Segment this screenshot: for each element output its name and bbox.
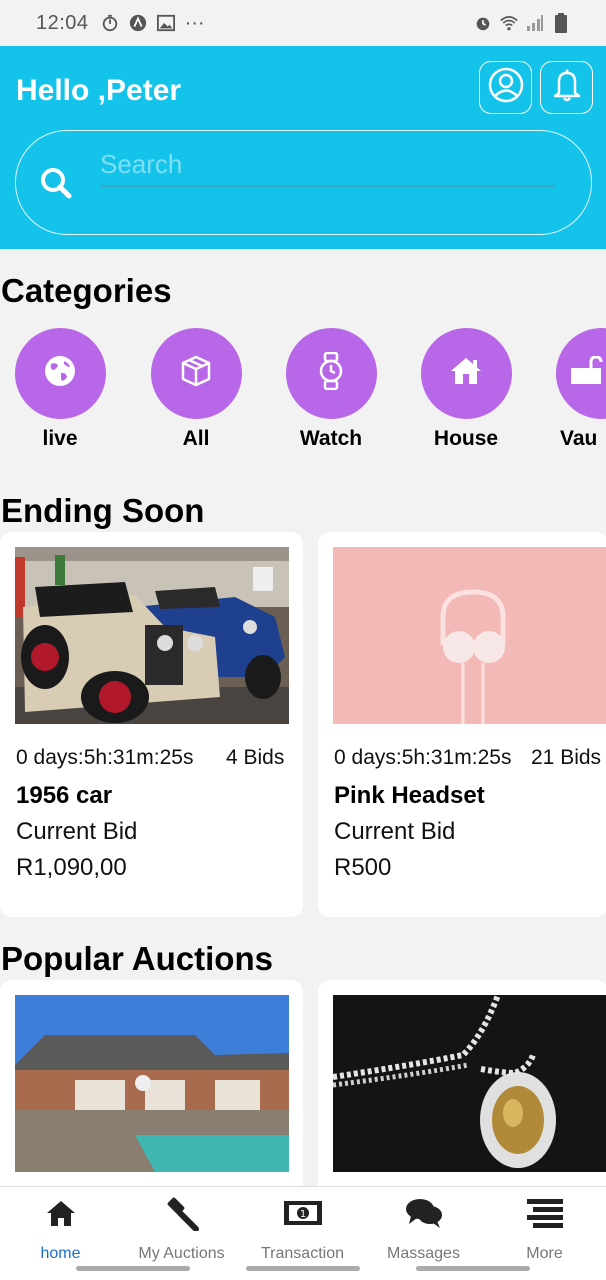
watch-icon	[316, 351, 346, 395]
vault-icon	[569, 355, 603, 391]
profile-button[interactable]	[479, 61, 532, 114]
nav-transaction[interactable]: 1 Transaction	[242, 1195, 363, 1263]
item-name: 1956 car	[16, 782, 113, 809]
search-icon[interactable]	[38, 165, 74, 206]
status-time: 12:04	[36, 11, 89, 34]
box-icon	[179, 354, 213, 393]
popular-auctions-title: Popular Auctions	[1, 940, 273, 977]
more-notifications: ···	[184, 11, 205, 34]
nav-more[interactable]: More	[484, 1195, 605, 1263]
bid-count: 21 Bids	[531, 746, 602, 769]
nav-my-auctions[interactable]: My Auctions	[121, 1195, 242, 1263]
globe-icon	[43, 354, 77, 393]
category-circle	[150, 328, 242, 419]
current-bid-label: Current Bid	[16, 818, 138, 845]
nav-home[interactable]: home	[0, 1195, 121, 1263]
category-house[interactable]: House	[411, 328, 521, 451]
search-bar	[15, 130, 592, 235]
alarm-icon	[474, 14, 492, 32]
current-bid-price: R500	[334, 854, 392, 881]
app-icon	[129, 14, 147, 32]
nav-label: My Auctions	[138, 1245, 225, 1262]
category-all[interactable]: All	[141, 328, 251, 451]
necklace-image	[333, 995, 606, 1172]
category-label: Vau	[560, 427, 598, 450]
item-name: Pink Headset	[334, 782, 485, 809]
wifi-icon	[500, 14, 518, 32]
search-input[interactable]	[100, 143, 556, 187]
categories-list: live All Watch House Vau	[0, 328, 606, 458]
notifications-button[interactable]	[540, 61, 593, 114]
category-circle	[555, 328, 606, 419]
app-header: Hello ,Peter	[0, 46, 606, 249]
category-label: live	[42, 427, 78, 450]
category-label: House	[433, 427, 499, 450]
category-watch[interactable]: Watch	[276, 328, 386, 451]
chat-icon	[363, 1195, 484, 1231]
auction-card-headset[interactable]: 0 days:5h:31m:25s 21 Bids Pink Headset C…	[318, 532, 606, 917]
house-image	[15, 995, 289, 1172]
signal-icon	[526, 14, 544, 32]
popular-card-necklace[interactable]	[318, 980, 606, 1220]
house-icon	[449, 356, 483, 391]
gavel-icon	[121, 1195, 242, 1231]
gesture-bar-center	[246, 1266, 360, 1271]
auction-card-car[interactable]: 0 days:5h:31m:25s 4 Bids 1956 car Curren…	[0, 532, 303, 917]
category-live[interactable]: live	[5, 328, 115, 451]
category-label: All	[182, 427, 210, 450]
bid-count: 4 Bids	[226, 746, 285, 769]
battery-icon	[552, 13, 570, 33]
timer-icon	[101, 14, 119, 32]
nav-messages[interactable]: Massages	[363, 1195, 484, 1263]
gallery-icon	[156, 14, 175, 32]
gesture-bar-left	[76, 1266, 190, 1271]
time-left: 0 days:5h:31m:25s	[16, 746, 194, 769]
status-bar: 12:04 ···	[0, 0, 606, 46]
ending-soon-title: Ending Soon	[1, 492, 205, 529]
money-icon: 1	[242, 1195, 363, 1231]
svg-text:1: 1	[299, 1209, 305, 1220]
category-circle	[285, 328, 377, 419]
nav-label: More	[526, 1245, 563, 1262]
nav-label: Massages	[387, 1245, 460, 1262]
category-circle	[420, 328, 512, 419]
menu-icon	[484, 1195, 605, 1231]
category-label: Watch	[299, 427, 363, 450]
category-vault[interactable]: Vau	[546, 328, 606, 451]
current-bid-label: Current Bid	[334, 818, 456, 845]
headset-image	[333, 547, 606, 724]
categories-title: Categories	[1, 272, 172, 309]
nav-label: home	[40, 1245, 81, 1262]
current-bid-price: R1,090,00	[16, 854, 127, 881]
gesture-bar-right	[416, 1266, 530, 1271]
bell-icon	[550, 67, 584, 108]
greeting: Hello ,Peter	[16, 74, 182, 107]
popular-card-house[interactable]	[0, 980, 303, 1220]
car-image	[15, 547, 289, 724]
user-icon	[488, 67, 524, 108]
nav-label: Transaction	[261, 1245, 344, 1262]
category-circle	[14, 328, 106, 419]
time-left: 0 days:5h:31m:25s	[334, 746, 512, 769]
home-icon	[0, 1195, 121, 1231]
